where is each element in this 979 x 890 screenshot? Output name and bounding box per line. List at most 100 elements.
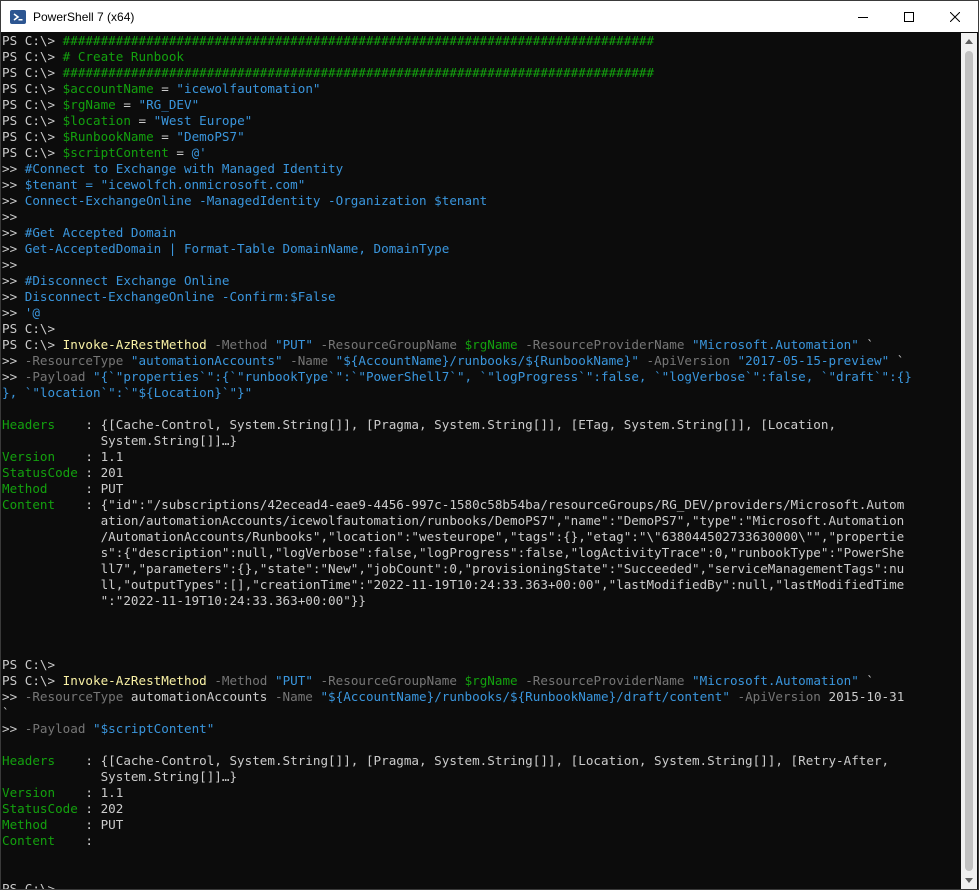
terminal-text: -ResourceGroupName [312,337,465,352]
scrollbar-thumb[interactable] [965,51,973,871]
terminal-line: ation/automationAccounts/icewolfautomati… [2,513,961,529]
terminal-line: >> Get-AcceptedDomain | Format-Table Dom… [2,241,961,257]
terminal-text: PS C:\> [2,657,56,672]
terminal-text: = [130,113,154,128]
terminal-text: Headers [2,753,86,768]
terminal-text: "Microsoft.Automation" [692,337,859,352]
terminal-line: ll7","parameters":{},"state":"New","jobC… [2,561,961,577]
terminal-text: $rgName [464,673,518,688]
terminal-line: PS C:\> $rgName = "RG_DEV" [2,97,961,113]
terminal-text: >> [2,193,25,208]
terminal-text: >> [2,721,25,736]
terminal-line: >> [2,209,961,225]
terminal-line: Method : PUT [2,817,961,833]
maximize-button[interactable] [886,1,932,32]
terminal-text: ########################################… [62,33,655,48]
scroll-down-icon[interactable] [961,872,977,889]
terminal-line: >> -Payload "{`"properties`":{`"runbookT… [2,369,961,385]
terminal-line: s":{"description":null,"logVerbose":fals… [2,545,961,561]
terminal-text: $RunbookName [62,129,154,144]
terminal-text: -ResourceProviderName [517,673,693,688]
terminal-text: "West Europe" [153,113,253,128]
terminal-text: "${AccountName}/runbooks/${RunbookName}/… [320,689,730,704]
terminal-text: Get-AcceptedDomain | Format-Table Domain… [24,241,450,256]
terminal-text: s":{"description":null,"logVerbose":fals… [2,545,905,560]
powershell-window: PowerShell 7 (x64) PS C:\> #############… [0,0,979,890]
terminal-text: -Method [206,673,275,688]
terminal-text: = [168,145,192,160]
terminal-text: -Name [267,689,321,704]
vertical-scrollbar[interactable] [961,33,977,889]
terminal-text: ` [889,353,905,368]
terminal-text: "Microsoft.Automation" [692,673,859,688]
terminal-text: "RG_DEV" [138,97,200,112]
terminal-text: ation/automationAccounts/icewolfautomati… [2,513,905,528]
terminal-text: StatusCode [2,465,86,480]
terminal-text: "PUT" [274,337,313,352]
terminal-text: ll,"outputTypes":[],"creationTime":"2022… [2,577,905,592]
title-bar[interactable]: PowerShell 7 (x64) [1,1,978,32]
terminal-line: PS C:\> # Create Runbook [2,49,961,65]
terminal-text: PS C:\> [2,65,63,80]
terminal-text: Content [2,497,86,512]
terminal-text: >> [2,305,25,320]
terminal-line: PS C:\> Invoke-AzRestMethod -Method "PUT… [2,673,961,689]
terminal-text: PS C:\> [2,97,63,112]
terminal-text: = [153,81,177,96]
minimize-button[interactable] [840,1,886,32]
terminal-text: >> [2,353,25,368]
terminal-text: Disconnect-ExchangeOnline -Confirm:$Fals… [24,289,336,304]
terminal-text: /AutomationAccounts/Runbooks","location"… [2,529,905,544]
terminal-text: -ApiVersion [638,353,738,368]
terminal-text: >> [2,369,25,384]
scroll-up-icon[interactable] [961,33,977,50]
terminal-text: PS C:\> [2,337,63,352]
terminal-line: PS C:\> $scriptContent = @' [2,145,961,161]
terminal-text: : 202 [85,801,124,816]
terminal-text: -Payload [24,721,93,736]
minimize-icon [858,16,868,18]
terminal-line: >> Disconnect-ExchangeOnline -Confirm:$F… [2,289,961,305]
terminal-line: PS C:\> [2,321,961,337]
terminal-text: ` [858,337,875,352]
terminal-text: >> [2,161,25,176]
terminal-text: : [85,833,93,848]
window-controls [840,1,978,32]
terminal-text: : {[Cache-Control, System.String[]], [Pr… [85,417,837,432]
terminal-text: >> [2,177,25,192]
terminal-text: $rgName [62,97,116,112]
terminal-line: PS C:\> ################################… [2,65,961,81]
terminal-text: >> [2,273,25,288]
terminal-line: >> [2,257,961,273]
terminal-text: -Method [206,337,275,352]
terminal-text: : 1.1 [85,785,124,800]
terminal-output[interactable]: PS C:\> ################################… [2,33,961,889]
terminal-line: Headers : {[Cache-Control, System.String… [2,753,961,769]
terminal-text: '@ [24,305,40,320]
terminal-line: /AutomationAccounts/Runbooks","location"… [2,529,961,545]
terminal-text: StatusCode [2,801,86,816]
terminal-text: = [153,129,177,144]
terminal-text: Invoke-AzRestMethod [62,673,207,688]
terminal-text: PS C:\> [2,129,63,144]
terminal-text: : {"id":"/subscriptions/42ecead4-eae9-44… [85,497,905,512]
terminal-line: >> -ResourceType automationAccounts -Nam… [2,689,961,705]
powershell-icon [10,9,26,25]
terminal-text: -Payload [24,369,93,384]
close-button[interactable] [932,1,978,32]
terminal-text: Headers [2,417,86,432]
terminal-text: >> [2,289,25,304]
terminal-text: $scriptContent [62,145,169,160]
terminal-line: StatusCode : 201 [2,465,961,481]
terminal-text: System.String[]]…} [2,433,238,448]
terminal-line: Headers : {[Cache-Control, System.String… [2,417,961,433]
terminal-text: : 1.1 [85,449,124,464]
terminal-text: PS C:\> [2,33,63,48]
window-title: PowerShell 7 (x64) [33,9,135,24]
terminal-text: : 201 [85,465,124,480]
terminal-line: >> $tenant = "icewolfch.onmicrosoft.com" [2,177,961,193]
